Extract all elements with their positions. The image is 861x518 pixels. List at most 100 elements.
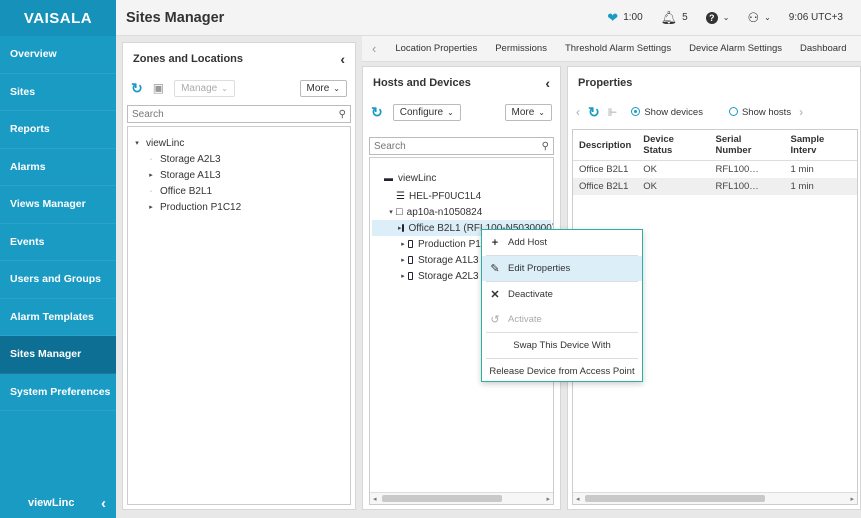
properties-table: Description Device Status Serial Number Sam…: [573, 130, 857, 195]
sidebar-item-events[interactable]: Events: [0, 224, 116, 261]
more-button[interactable]: More ⌄: [504, 103, 552, 121]
vaisala-logo: VAISALA: [0, 0, 116, 36]
sidebar-item-sites[interactable]: Sites: [0, 74, 116, 111]
collapse-panel-icon[interactable]: ‹: [545, 75, 550, 91]
tree-node[interactable]: · Office B2L1: [132, 183, 346, 199]
context-menu: + Add Host ✎ Edit Properties ✕ Deactivat…: [481, 229, 643, 382]
leaf-icon: ·: [149, 187, 153, 195]
zones-search-input[interactable]: Search ⚲: [127, 105, 351, 123]
host-node[interactable]: ▾ □ ap10a-n1050824: [372, 204, 551, 220]
tree-node[interactable]: ▸ Production P1C12: [132, 199, 346, 215]
horizontal-scrollbar[interactable]: ◂ ▸: [370, 492, 553, 504]
tab-threshold-alarm-settings[interactable]: Threshold Alarm Settings: [556, 43, 680, 54]
scroll-left-icon[interactable]: ‹: [576, 105, 580, 119]
hierarchy-icon[interactable]: ⊩: [608, 106, 618, 119]
tree-node[interactable]: ▾ viewLinc: [132, 135, 346, 151]
root-node[interactable]: ▬ viewLinc: [372, 170, 551, 186]
collapsed-toggle-icon[interactable]: ▸: [398, 240, 408, 248]
user-menu[interactable]: ⚇ ⌄: [747, 10, 770, 26]
tab-permissions[interactable]: Permissions: [486, 43, 556, 54]
sidebar-item-users-and-groups[interactable]: Users and Groups: [0, 261, 116, 299]
show-devices-radio[interactable]: Show devices: [631, 107, 703, 118]
network-icon: ▬: [384, 173, 393, 183]
save-icon[interactable]: ▣: [153, 81, 164, 95]
properties-title: Properties: [578, 77, 633, 89]
chevron-down-icon: ⌄: [538, 107, 545, 117]
server-icon: ☰: [396, 190, 405, 202]
leaf-icon: ·: [149, 155, 153, 163]
table-row[interactable]: Office B2L1 OK RFL100… 1 min: [573, 161, 857, 178]
sidebar-item-system-preferences[interactable]: System Preferences: [0, 374, 116, 411]
deactivate-menu-item[interactable]: ✕ Deactivate: [482, 282, 642, 307]
pencil-icon: ✎: [490, 263, 500, 275]
device-icon: [401, 224, 404, 232]
sidebar-item-views-manager[interactable]: Views Manager: [0, 186, 116, 224]
collapsed-toggle-icon[interactable]: ▸: [146, 203, 156, 211]
help-menu[interactable]: ? ⌄: [705, 11, 729, 24]
show-hosts-radio[interactable]: Show hosts: [728, 107, 791, 118]
tab-strip: ‹ Location Properties Permissions Threshol…: [362, 36, 861, 62]
configure-button[interactable]: Configure ⌄: [392, 103, 461, 121]
collapsed-toggle-icon[interactable]: ▸: [398, 272, 408, 280]
tab-scroll-left-icon[interactable]: ‹: [362, 41, 386, 56]
tab-scroll-right-icon[interactable]: ›: [856, 41, 861, 57]
refresh-icon[interactable]: ↻: [588, 104, 600, 121]
collapsed-toggle-icon[interactable]: ▸: [398, 224, 402, 232]
zones-title: Zones and Locations: [133, 53, 244, 65]
tab-dashboard[interactable]: Dashboard: [791, 43, 855, 54]
release-device-menu-item[interactable]: Release Device from Access Point: [482, 359, 642, 384]
sidebar-item-alarms[interactable]: Alarms: [0, 149, 116, 186]
tree-node-label: ap10a-n1050824: [406, 206, 483, 218]
sidebar-item-alarm-templates[interactable]: Alarm Templates: [0, 299, 116, 336]
collapsed-toggle-icon[interactable]: ▸: [146, 171, 156, 179]
tree-node-label: Storage A2L3: [160, 153, 221, 165]
tab-location-properties[interactable]: Location Properties: [386, 43, 486, 54]
edit-properties-menu-item[interactable]: ✎ Edit Properties: [482, 256, 642, 281]
tree-node-label: Production P1: [418, 238, 481, 250]
column-header[interactable]: Device Status: [637, 130, 710, 161]
host-node[interactable]: ☰ HEL-PF0UC1L4: [372, 188, 551, 204]
sidebar-item-reports[interactable]: Reports: [0, 111, 116, 149]
device-icon: [408, 272, 413, 280]
manage-button[interactable]: Manage ⌄: [174, 79, 235, 97]
refresh-icon[interactable]: ↻: [371, 104, 383, 121]
collapsed-toggle-icon[interactable]: ▸: [398, 256, 408, 264]
activate-menu-item[interactable]: ↺ Activate: [482, 307, 642, 332]
expanded-toggle-icon[interactable]: ▾: [132, 139, 142, 147]
column-header[interactable]: Sample Interv: [784, 130, 857, 161]
sidebar-item-sites-manager[interactable]: Sites Manager: [0, 336, 116, 374]
alarm-notifications[interactable]: 🔔︎ 5: [661, 10, 688, 26]
hosts-search-input[interactable]: Search ⚲: [369, 137, 554, 155]
table-cell: Office B2L1: [579, 163, 629, 175]
zones-panel: Zones and Locations ‹ ↻ ▣ Manage ⌄ More …: [122, 42, 356, 510]
sidebar-item-overview[interactable]: Overview: [0, 36, 116, 74]
add-host-menu-item[interactable]: + Add Host: [482, 230, 642, 255]
table-row[interactable]: Office B2L1 OK RFL100… 1 min: [573, 177, 857, 195]
horizontal-scrollbar[interactable]: ◂ ▸: [573, 492, 857, 504]
table-cell: 1 min: [784, 177, 857, 195]
tree-node[interactable]: · Storage A2L3: [132, 151, 346, 167]
activate-icon: ↺: [490, 314, 500, 326]
heartbeat-status[interactable]: ❤ 1:00: [607, 10, 642, 26]
close-icon: ✕: [490, 289, 500, 301]
hosts-title: Hosts and Devices: [373, 77, 471, 89]
sidebar-footer: viewLinc ‹: [0, 488, 116, 518]
device-icon: [408, 240, 413, 248]
tree-node-label: viewLinc: [398, 172, 437, 184]
refresh-icon[interactable]: ↻: [131, 80, 143, 97]
search-icon: ⚲: [541, 140, 549, 152]
column-header[interactable]: Description: [573, 130, 638, 161]
expanded-toggle-icon[interactable]: ▾: [386, 208, 396, 216]
more-button[interactable]: More ⌄: [299, 79, 347, 97]
tree-node[interactable]: ▸ Storage A1L3: [132, 167, 346, 183]
table-cell: OK: [637, 177, 710, 195]
tab-device-alarm-settings[interactable]: Device Alarm Settings: [680, 43, 791, 54]
chevron-down-icon: ⌄: [447, 107, 454, 117]
collapse-panel-icon[interactable]: ‹: [340, 51, 345, 67]
search-icon: ⚲: [338, 108, 346, 120]
tree-node-label: viewLinc: [146, 137, 185, 149]
swap-device-menu-item[interactable]: Swap This Device With: [482, 333, 642, 358]
collapse-sidebar-icon[interactable]: ‹: [101, 495, 106, 512]
column-header[interactable]: Serial Number: [709, 130, 785, 161]
scroll-right-icon[interactable]: ›: [799, 105, 803, 119]
